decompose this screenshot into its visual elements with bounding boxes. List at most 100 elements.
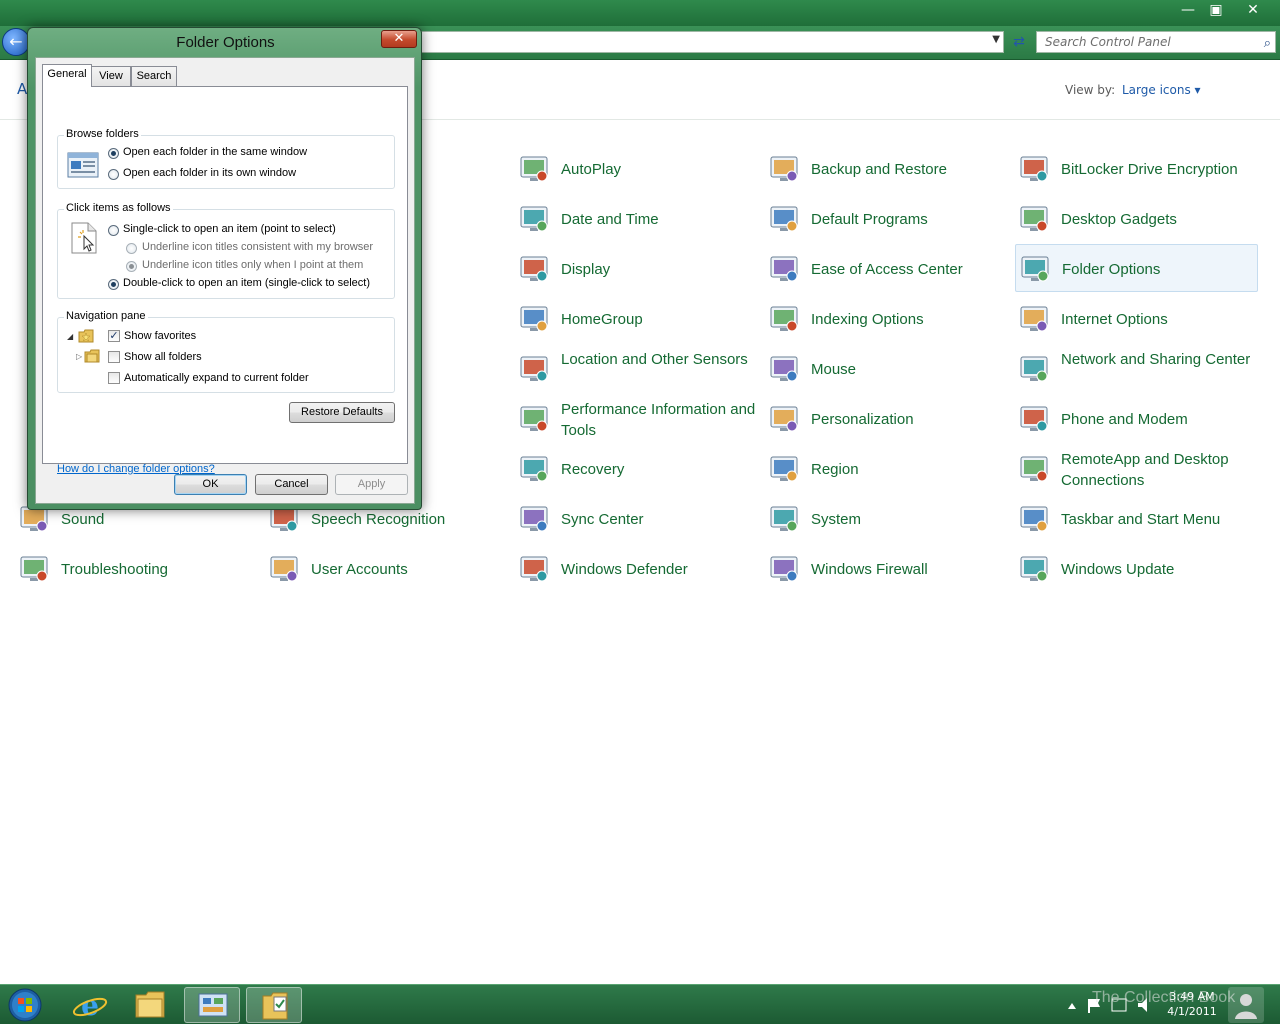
cp-item-location-and-other-sensors[interactable]: Location and Other Sensors [518,345,758,393]
ok-button[interactable]: OK [174,474,247,495]
cp-item-windows-firewall[interactable]: Windows Firewall [768,545,1008,593]
double-click-radio[interactable] [108,279,119,290]
search-icon[interactable]: ⌕ [1264,34,1271,54]
cp-item-performance-information-and-tools[interactable]: Performance Information and Tools [518,395,758,443]
autoplay-icon [520,156,548,182]
cp-item-label: User Accounts [311,561,408,578]
cp-item-personalization[interactable]: Personalization [768,395,1008,443]
cp-item-troubleshooting[interactable]: Troubleshooting [18,545,258,593]
cp-item-remoteapp-and-desktop-connections[interactable]: RemoteApp and Desktop Connections [1018,445,1258,493]
cp-item-label: Windows Firewall [811,561,928,578]
cp-item-display[interactable]: Display [518,245,758,293]
collapsed-arrow-icon: ▷ [76,352,83,361]
cp-item-phone-and-modem[interactable]: Phone and Modem [1018,395,1258,443]
cp-item-label: AutoPlay [561,161,622,178]
chevron-down-icon[interactable]: ▼ [992,34,1000,45]
underline-point-label: Underline icon titles only when I point … [142,259,364,271]
maximize-button[interactable]: ▣ [1204,0,1228,22]
favorites-folder-icon [78,329,94,343]
search-input[interactable]: Search Control Panel ⌕ [1036,31,1276,53]
default-programs-icon [770,206,798,232]
cp-item-homegroup[interactable]: HomeGroup [518,295,758,343]
phone-icon [1020,406,1048,432]
single-click-label[interactable]: Single-click to open an item (point to s… [123,223,336,235]
show-favorites-checkbox[interactable]: ✓ [108,330,120,342]
svg-text:e: e [81,989,99,1022]
show-all-folders-label[interactable]: Show all folders [124,351,202,363]
cp-item-mouse[interactable]: Mouse [768,345,1008,393]
show-desktop-button[interactable] [1228,987,1264,1023]
underline-browser-label: Underline icon titles consistent with my… [142,241,374,253]
click-items-group: Click items as follows Single-click to o… [57,202,395,299]
taskbar-folder-options[interactable] [246,987,302,1023]
users-icon [270,556,298,582]
taskbar-control-panel[interactable] [184,987,240,1023]
cancel-button[interactable]: Cancel [255,474,328,495]
cp-item-taskbar-and-start-menu[interactable]: Taskbar and Start Menu [1018,495,1258,543]
folders-icon [84,349,100,363]
dialog-body: General View Search Browse folders Open … [35,57,415,504]
underline-browser-radio [126,243,137,254]
auto-expand-checkbox[interactable] [108,372,120,384]
group-title: Navigation pane [64,310,148,322]
apply-button[interactable]: Apply [335,474,408,495]
tab-search[interactable]: Search [131,66,177,86]
cp-item-label: Taskbar and Start Menu [1061,511,1221,528]
cp-item-network-and-sharing-center[interactable]: Network and Sharing Center [1018,345,1258,393]
cp-item-indexing-options[interactable]: Indexing Options [768,295,1008,343]
cp-item-label: Indexing Options [811,311,924,328]
clock-date: 4/1/2011 [1167,1005,1217,1018]
auto-expand-label[interactable]: Automatically expand to current folder [124,372,309,384]
cp-item-label: Folder Options [1062,261,1161,278]
cp-item-region[interactable]: Region [768,445,1008,493]
close-button[interactable]: ✕ [1236,0,1270,22]
own-window-radio[interactable] [108,169,119,180]
cp-item-windows-update[interactable]: Windows Update [1018,545,1258,593]
taskbar-explorer[interactable] [122,987,178,1023]
refresh-button[interactable]: ⇄ [1008,31,1030,53]
cp-item-label: Internet Options [1061,311,1168,328]
start-button[interactable] [4,987,46,1023]
cp-item-label: Windows Defender [561,561,688,578]
tray-clock[interactable]: 3:49 AM 4/1/2011 [1165,989,1219,1019]
address-bar[interactable]: ▼ [420,31,1004,53]
cp-item-user-accounts[interactable]: User Accounts [268,545,508,593]
taskbar-icon [1020,506,1048,532]
same-window-radio[interactable] [108,148,119,159]
close-icon: ✕ [393,31,405,46]
recovery-icon [520,456,548,482]
cp-item-recovery[interactable]: Recovery [518,445,758,493]
same-window-label[interactable]: Open each folder in the same window [123,146,307,158]
view-by-label: View by: [1065,83,1116,97]
tab-view[interactable]: View [91,66,131,86]
restore-defaults-button[interactable]: Restore Defaults [289,402,395,423]
region-globe-icon [770,456,798,482]
own-window-label[interactable]: Open each folder in its own window [123,167,296,179]
cp-item-date-and-time[interactable]: Date and Time [518,195,758,243]
cp-item-backup-and-restore[interactable]: Backup and Restore [768,145,1008,193]
show-favorites-label[interactable]: Show favorites [124,330,196,342]
show-all-folders-checkbox[interactable] [108,351,120,363]
cp-item-ease-of-access-center[interactable]: Ease of Access Center [768,245,1008,293]
view-by-dropdown[interactable]: Large icons ▾ [1122,83,1201,97]
cp-item-sync-center[interactable]: Sync Center [518,495,758,543]
cp-item-label: Ease of Access Center [811,261,963,278]
tab-general[interactable]: General [42,64,92,87]
cp-item-label: Display [561,261,611,278]
dialog-close-button[interactable]: ✕ [381,30,417,48]
double-click-label[interactable]: Double-click to open an item (single-cli… [123,277,370,289]
expanded-arrow-icon: ◢ [67,332,74,341]
cp-item-system[interactable]: System [768,495,1008,543]
cp-item-internet-options[interactable]: Internet Options [1018,295,1258,343]
back-button[interactable]: ← [2,28,30,56]
taskbar-internet-explorer[interactable]: e [62,987,118,1023]
back-arrow-icon: ← [9,32,23,51]
single-click-radio[interactable] [108,225,119,236]
minimize-button[interactable]: — [1176,0,1200,22]
cp-item-default-programs[interactable]: Default Programs [768,195,1008,243]
cp-item-folder-options[interactable]: Folder Options [1015,244,1258,292]
cp-item-bitlocker-drive-encryption[interactable]: BitLocker Drive Encryption [1018,145,1258,193]
cp-item-autoplay[interactable]: AutoPlay [518,145,758,193]
cp-item-desktop-gadgets[interactable]: Desktop Gadgets [1018,195,1258,243]
cp-item-windows-defender[interactable]: Windows Defender [518,545,758,593]
